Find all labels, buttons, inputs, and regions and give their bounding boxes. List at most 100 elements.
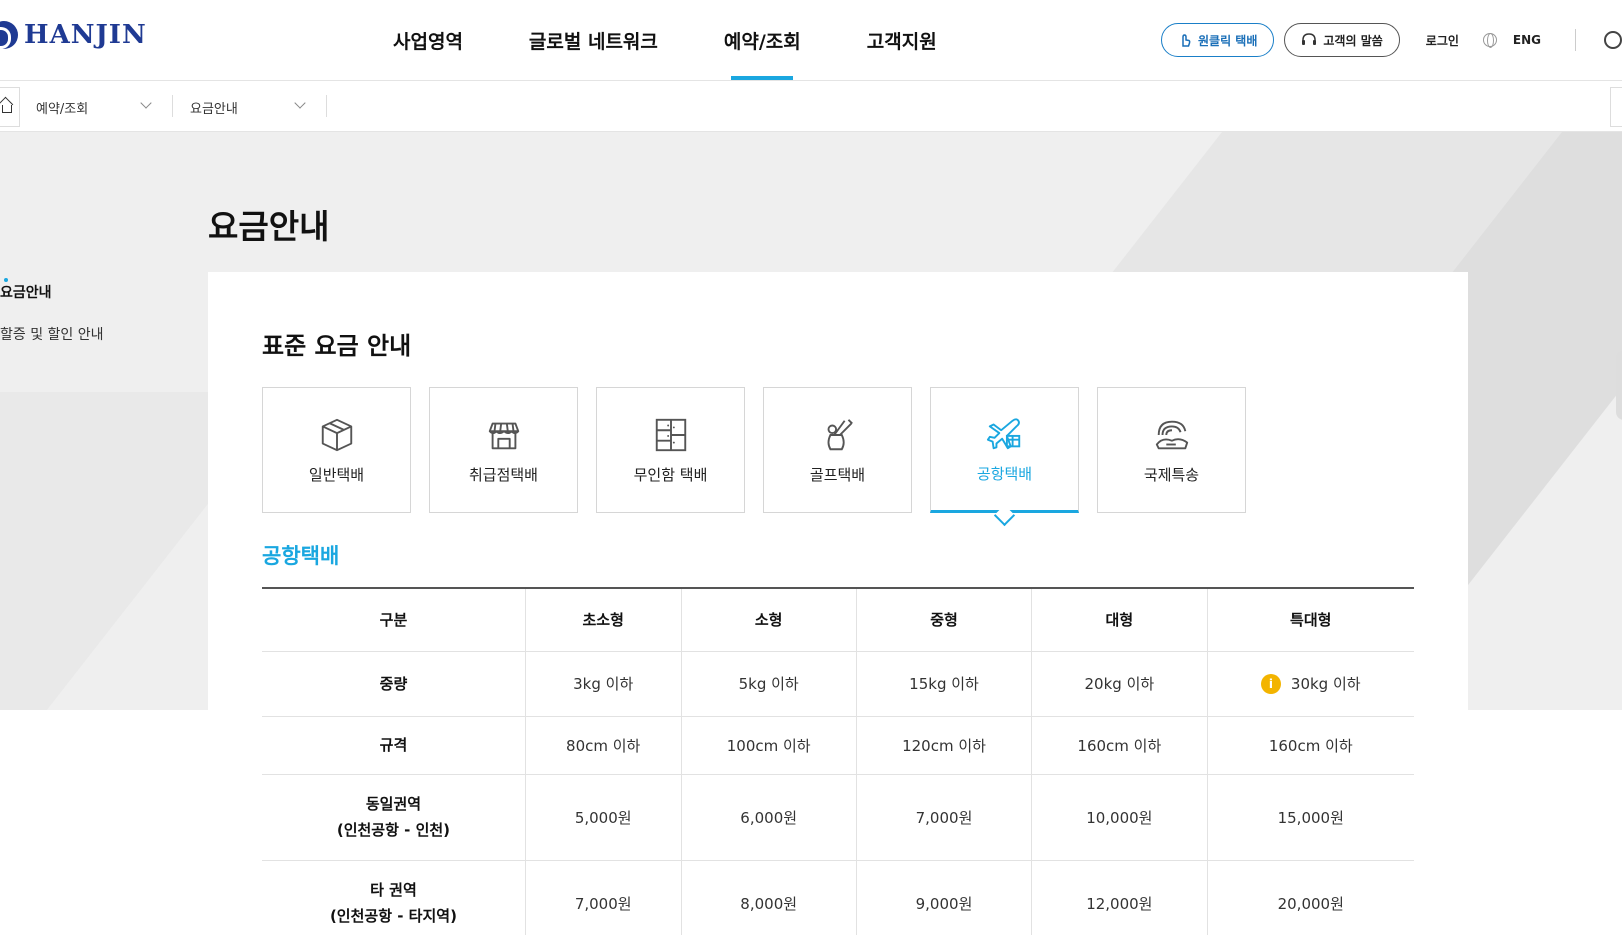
breadcrumb-level1-label: 예약/조회 xyxy=(36,101,89,117)
table-cell: 12,000원 xyxy=(1031,860,1208,935)
side-nav-item-surcharge-discount[interactable]: 할증 및 할인 안내 xyxy=(0,324,200,366)
table-cell: i 30kg 이하 xyxy=(1207,651,1414,717)
nav-item-global-network[interactable]: 글로벌 네트워크 xyxy=(496,0,691,80)
table-cell: 15,000원 xyxy=(1207,774,1414,861)
breadcrumb-divider xyxy=(326,95,327,117)
side-floating-tab[interactable] xyxy=(1616,350,1622,420)
login-link[interactable]: 로그인 xyxy=(1426,32,1459,49)
tab-agency-delivery[interactable]: 취급점택배 xyxy=(429,387,578,513)
locker-icon xyxy=(655,418,686,451)
column-header: 초소형 xyxy=(525,588,682,652)
breadcrumb-level2-label: 요금안내 xyxy=(190,101,238,117)
table-cell: 6,000원 xyxy=(681,774,857,861)
nav-item-reservation[interactable]: 예약/조회 xyxy=(691,0,834,80)
service-sub-title: 공항택배 xyxy=(262,544,340,568)
utility-bar: 원클릭 택배 고객의 말씀 로그인 ENG xyxy=(1161,22,1622,58)
home-button[interactable] xyxy=(0,87,20,127)
customer-voice-label: 고객의 말씀 xyxy=(1323,33,1383,48)
store-icon xyxy=(488,422,519,449)
nav-item-support[interactable]: 고객지원 xyxy=(834,0,970,80)
table-cell: 10,000원 xyxy=(1031,774,1208,861)
tab-international-express[interactable]: 국제특송 xyxy=(1097,387,1246,513)
info-icon[interactable]: i xyxy=(1260,674,1281,695)
row-header: 규격 xyxy=(262,716,526,775)
table-cell: 3kg 이하 xyxy=(525,651,682,717)
table-cell: 120cm 이하 xyxy=(856,716,1033,775)
breadcrumb-divider xyxy=(172,95,173,117)
tab-label: 공항택배 xyxy=(976,464,1033,483)
breadcrumb-dropdown-level1[interactable]: 예약/조회 xyxy=(36,81,156,133)
row-header: 중량 xyxy=(262,651,526,717)
nav-item-business[interactable]: 사업영역 xyxy=(360,0,496,80)
row-header: 동일권역 (인천공항 - 인천) xyxy=(262,774,526,861)
tab-general-delivery[interactable]: 일반택배 xyxy=(262,387,411,513)
table-cell: 7,000원 xyxy=(525,860,682,935)
table-cell: 5kg 이하 xyxy=(681,651,857,717)
table-cell: 9,000원 xyxy=(856,860,1033,935)
table-row: 타 권역 (인천공항 - 타지역) 7,000원 8,000원 9,000원 1… xyxy=(262,860,1414,935)
table-cell: 20kg 이하 xyxy=(1031,651,1208,717)
utility-divider xyxy=(1575,29,1576,51)
cell-text: 30kg 이하 xyxy=(1290,674,1361,693)
tab-airport-delivery[interactable]: 공항택배 xyxy=(930,387,1079,513)
rate-card: 표준 요금 안내 일반택배 취급점택배 무인함 택배 골프택배 공항택배 국제특… xyxy=(208,272,1468,935)
column-header: 중형 xyxy=(856,588,1033,652)
language-eng-link[interactable]: ENG xyxy=(1513,33,1541,47)
main-nav: 사업영역 글로벌 네트워크 예약/조회 고객지원 xyxy=(360,0,970,80)
airplane-icon xyxy=(986,417,1020,449)
table-cell: 5,000원 xyxy=(525,774,682,861)
search-icon[interactable] xyxy=(1604,31,1622,49)
tab-locker-delivery[interactable]: 무인함 택배 xyxy=(596,387,745,513)
breadcrumb-dropdown-level2[interactable]: 요금안내 xyxy=(190,81,310,133)
row-header: 타 권역 (인천공항 - 타지역) xyxy=(262,860,526,935)
side-nav-item-rates[interactable]: 요금안내 xyxy=(0,282,200,324)
headset-icon xyxy=(1302,33,1317,45)
golf-icon xyxy=(827,418,853,450)
tab-label: 일반택배 xyxy=(308,465,365,484)
column-header: 대형 xyxy=(1031,588,1208,652)
active-indicator-dot xyxy=(4,278,8,282)
column-header: 특대형 xyxy=(1207,588,1414,652)
table-header-row: 구분 초소형 소형 중형 대형 특대형 xyxy=(262,588,1414,652)
tab-label: 취급점택배 xyxy=(468,465,538,484)
page-title: 요금안내 xyxy=(208,207,330,246)
home-icon xyxy=(2,105,12,113)
service-tabs: 일반택배 취급점택배 무인함 택배 골프택배 공항택배 국제특송 xyxy=(262,387,1246,513)
tab-golf-delivery[interactable]: 골프택배 xyxy=(763,387,912,513)
table-cell: 8,000원 xyxy=(681,860,857,935)
rate-table: 구분 초소형 소형 중형 대형 특대형 중량 3kg 이하 5kg 이하 15k… xyxy=(262,587,1414,935)
breadcrumb: 예약/조회 요금안내 xyxy=(0,80,1622,132)
tab-label: 국제특송 xyxy=(1143,465,1200,484)
table-cell: 7,000원 xyxy=(856,774,1033,861)
row-header-line1: 동일권역 xyxy=(365,795,422,813)
chevron-down-icon xyxy=(140,97,152,109)
table-cell: 80cm 이하 xyxy=(525,716,682,775)
site-header: HANJIN 사업영역 글로벌 네트워크 예약/조회 고객지원 원클릭 택배 고… xyxy=(0,0,1622,80)
column-header: 소형 xyxy=(681,588,857,652)
column-header: 구분 xyxy=(262,588,526,652)
table-cell: 160cm 이하 xyxy=(1031,716,1208,775)
customer-voice-button[interactable]: 고객의 말씀 xyxy=(1284,23,1400,57)
tab-label: 골프택배 xyxy=(809,465,866,484)
hanjin-logo[interactable]: HANJIN xyxy=(0,20,147,50)
table-row: 규격 80cm 이하 100cm 이하 120cm 이하 160cm 이하 16… xyxy=(262,716,1414,775)
tab-label: 무인함 택배 xyxy=(633,465,708,484)
table-row: 동일권역 (인천공항 - 인천) 5,000원 6,000원 7,000원 10… xyxy=(262,774,1414,861)
one-click-delivery-label: 원클릭 택배 xyxy=(1198,33,1258,48)
side-nav: 요금안내 할증 및 할인 안내 xyxy=(0,278,200,366)
row-header-line1: 타 권역 xyxy=(370,881,417,899)
one-click-delivery-button[interactable]: 원클릭 택배 xyxy=(1161,23,1275,57)
globe-icon xyxy=(1482,33,1497,48)
table-cell: 15kg 이하 xyxy=(856,651,1033,717)
table-cell: 20,000원 xyxy=(1207,860,1414,935)
hand-pointer-icon xyxy=(1182,34,1191,47)
table-cell: 100cm 이하 xyxy=(681,716,857,775)
global-delivery-icon xyxy=(1155,420,1188,449)
table-cell: 160cm 이하 xyxy=(1207,716,1414,775)
section-title: 표준 요금 안내 xyxy=(262,332,412,360)
hanjin-logo-mark-icon xyxy=(0,21,18,49)
breadcrumb-side-button[interactable] xyxy=(1610,87,1622,127)
box-icon xyxy=(321,418,352,451)
logo-text: HANJIN xyxy=(24,20,147,50)
chevron-down-icon xyxy=(294,97,306,109)
